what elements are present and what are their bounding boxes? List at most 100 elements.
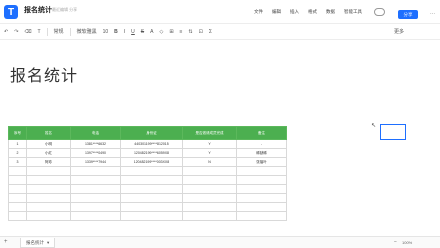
strikethrough-button[interactable]: S	[141, 29, 144, 35]
more-icon[interactable]: ···	[430, 11, 436, 17]
column-header[interactable]: 姓名	[26, 126, 71, 140]
number-format-select[interactable]: 常规	[54, 28, 64, 35]
table-cell[interactable]	[182, 166, 237, 176]
table-cell[interactable]	[236, 211, 287, 221]
column-header[interactable]: 备注	[236, 126, 287, 140]
table-cell[interactable]: 120482199****6059X8	[120, 148, 183, 158]
table-cell[interactable]: 2	[8, 148, 27, 158]
table-cell[interactable]: 张蓓叶	[236, 157, 287, 167]
table-cell[interactable]: 1381****6632	[70, 139, 121, 149]
italic-button[interactable]: I	[124, 29, 125, 35]
menu-edit[interactable]: 编辑	[272, 9, 281, 15]
table-cell[interactable]: 1397****0490	[70, 148, 121, 158]
table-cell[interactable]	[8, 211, 27, 221]
menu-insert[interactable]: 插入	[290, 9, 299, 15]
table-cell[interactable]	[182, 202, 237, 212]
freeze-icon[interactable]: ⊡	[199, 29, 203, 35]
table-cell[interactable]: Y	[182, 148, 237, 158]
table-cell[interactable]	[182, 211, 237, 221]
table-cell[interactable]: -	[236, 139, 287, 149]
table-cell[interactable]	[8, 166, 27, 176]
table-cell[interactable]: N	[182, 157, 237, 167]
table-cell[interactable]	[70, 166, 121, 176]
table-cell[interactable]: 1	[8, 139, 27, 149]
table-cell[interactable]: 120482199****003XX8	[120, 157, 183, 167]
table-cell[interactable]	[26, 166, 71, 176]
table-cell[interactable]	[8, 193, 27, 203]
table-cell[interactable]	[182, 175, 237, 185]
table-cell[interactable]	[120, 193, 183, 203]
column-header[interactable]: 序号	[8, 126, 27, 140]
table-cell[interactable]	[26, 193, 71, 203]
table-cell[interactable]: Y	[182, 139, 237, 149]
font-family-select[interactable]: 微软雅黑	[77, 28, 97, 35]
bold-button[interactable]: B	[114, 29, 118, 35]
table-cell[interactable]	[26, 202, 71, 212]
sheet-title[interactable]: 报名统计	[10, 62, 78, 86]
add-sheet-button[interactable]: +	[4, 239, 8, 245]
column-header[interactable]: 身份证	[120, 126, 183, 140]
table-cell[interactable]: 阿珍	[26, 157, 71, 167]
column-header[interactable]: 是否邀请成员完成	[182, 126, 237, 140]
table-cell[interactable]	[70, 211, 121, 221]
table-cell[interactable]	[236, 184, 287, 194]
table-cell[interactable]	[8, 184, 27, 194]
selected-cell[interactable]	[380, 124, 406, 140]
menu-data[interactable]: 数据	[326, 9, 335, 15]
app-logo[interactable]: T	[4, 5, 18, 19]
redo-icon[interactable]: ↷	[14, 29, 18, 35]
table-cell[interactable]: 稀缺稀	[236, 148, 287, 158]
table-cell[interactable]	[26, 175, 71, 185]
column-header[interactable]: 电话	[70, 126, 121, 140]
text-format-icon[interactable]: T	[37, 29, 40, 35]
table-cell[interactable]	[236, 193, 287, 203]
table-cell[interactable]	[120, 211, 183, 221]
table-cell[interactable]	[8, 175, 27, 185]
table-row: 2 小红 1397****0490 120482199****6059X8 Y 稀缺稀	[8, 148, 287, 158]
font-size-select[interactable]: 10	[103, 29, 109, 35]
underline-button[interactable]: U	[131, 29, 135, 35]
table-cell[interactable]: 440301199****812015	[120, 139, 183, 149]
zoom-out-icon[interactable]: −	[394, 239, 397, 245]
table-cell[interactable]	[236, 166, 287, 176]
table-cell[interactable]: 1339****7944	[70, 157, 121, 167]
share-button[interactable]: 分享	[398, 10, 418, 19]
table-cell[interactable]	[8, 202, 27, 212]
document-title[interactable]: 报名统计	[24, 5, 52, 15]
table-cell[interactable]: 3	[8, 157, 27, 167]
menu-smart-tools[interactable]: 智能工具	[344, 9, 362, 15]
table-cell[interactable]	[70, 175, 121, 185]
clear-format-icon[interactable]: ⌫	[24, 29, 31, 35]
table-cell[interactable]	[236, 175, 287, 185]
menu-format[interactable]: 格式	[308, 9, 317, 15]
table-cell[interactable]	[26, 211, 71, 221]
sheet-tab[interactable]: 报名统计 ▾	[20, 238, 56, 248]
table-cell[interactable]	[120, 202, 183, 212]
table-cell[interactable]	[70, 202, 121, 212]
table-cell[interactable]	[70, 184, 121, 194]
font-color-icon[interactable]: A	[150, 29, 153, 35]
sheet-canvas[interactable]: 报名统计 序号 姓名 电话 身份证 是否邀请成员完成 备注 1 小明 1381***…	[0, 40, 440, 245]
table-cell[interactable]	[120, 184, 183, 194]
add-user-icon[interactable]	[374, 8, 385, 16]
border-icon[interactable]: ⊞	[169, 29, 173, 35]
table-cell[interactable]	[182, 193, 237, 203]
sum-icon[interactable]: Σ	[209, 29, 212, 35]
menu-file[interactable]: 文件	[254, 9, 263, 15]
toolbar-more-button[interactable]: 更多	[394, 28, 404, 35]
table-cell[interactable]	[26, 184, 71, 194]
table-cell[interactable]: 小明	[26, 139, 71, 149]
zoom-level[interactable]: 100%	[402, 240, 412, 245]
undo-icon[interactable]: ↶	[4, 29, 8, 35]
table-cell[interactable]	[70, 193, 121, 203]
table-cell[interactable]	[120, 166, 183, 176]
table-cell[interactable]: 小红	[26, 148, 71, 158]
table-cell[interactable]	[120, 175, 183, 185]
align-icon[interactable]: ≡	[180, 29, 183, 35]
table-cell[interactable]	[236, 202, 287, 212]
chevron-down-icon[interactable]: ▾	[47, 240, 49, 246]
sort-icon[interactable]: ⇅	[188, 29, 192, 35]
table-cell[interactable]	[182, 184, 237, 194]
table-row: 1 小明 1381****6632 440301199****812015 Y -	[8, 139, 287, 149]
fill-color-icon[interactable]: ◇	[159, 29, 163, 35]
